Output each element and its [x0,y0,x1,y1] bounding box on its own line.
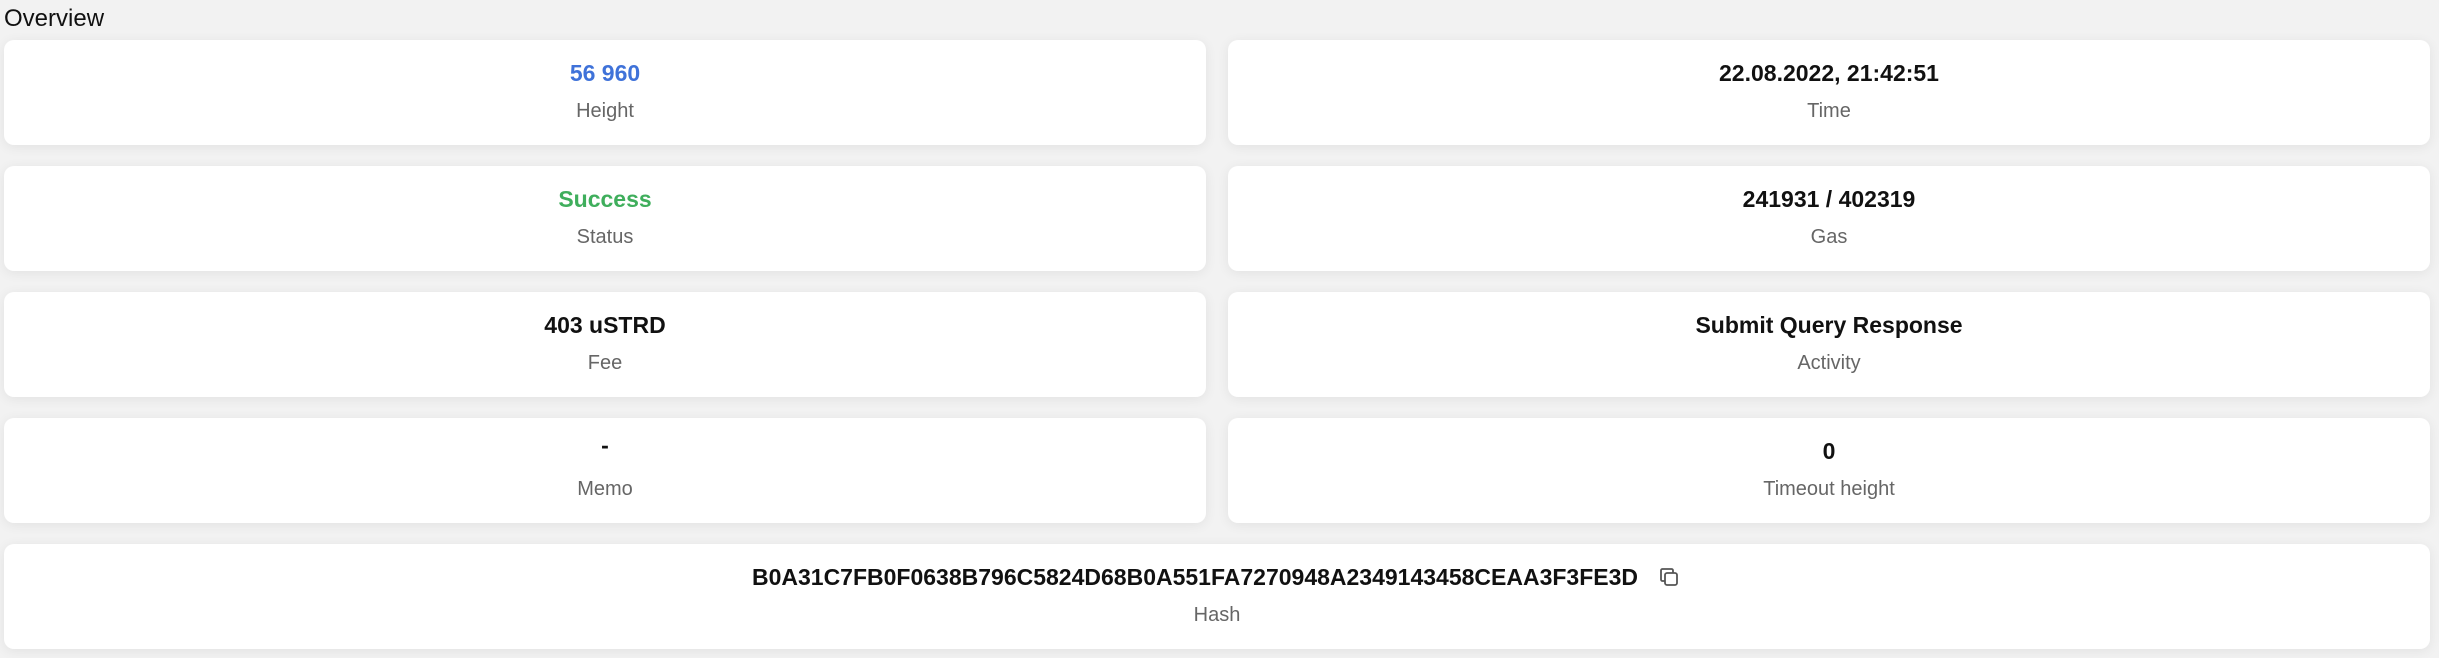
status-value: Success [558,186,652,212]
activity-value: Submit Query Response [1695,312,1963,338]
memo-card: - Memo [4,418,1206,523]
timeout-height-label: Timeout height [1763,478,1895,500]
height-card: 56 960 Height [4,40,1206,145]
hash-value: B0A31C7FB0F0638B796C5824D68B0A551FA72709… [751,564,1639,590]
hash-label: Hash [1193,604,1241,626]
height-value[interactable]: 56 960 [4,58,1206,88]
height-label: Height [576,100,634,122]
gas-label: Gas [1810,226,1848,248]
hash-row: B0A31C7FB0F0638B796C5824D68B0A551FA72709… [4,562,2430,592]
gas-card: 241931 / 402319 Gas [1228,166,2430,271]
status-label: Status [576,226,634,248]
activity-label: Activity [1797,352,1861,374]
fee-card: 403 uSTRD Fee [4,292,1206,397]
status-card: Success Status [4,166,1206,271]
memo-value: - [601,432,609,458]
timeout-height-value: 0 [1822,438,1836,464]
timeout-height-card: 0 Timeout height [1228,418,2430,523]
hash-card: B0A31C7FB0F0638B796C5824D68B0A551FA72709… [4,544,2430,649]
activity-card: Submit Query Response Activity [1228,292,2430,397]
time-label: Time [1807,100,1851,122]
memo-label: Memo [577,478,633,500]
time-value: 22.08.2022, 21:42:51 [1719,60,1939,86]
copy-icon[interactable] [1656,564,1682,590]
section-title: Overview [4,5,105,32]
fee-label: Fee [587,352,623,374]
gas-value: 241931 / 402319 [1742,186,1916,212]
fee-value: 403 uSTRD [544,312,666,338]
time-card: 22.08.2022, 21:42:51 Time [1228,40,2430,145]
